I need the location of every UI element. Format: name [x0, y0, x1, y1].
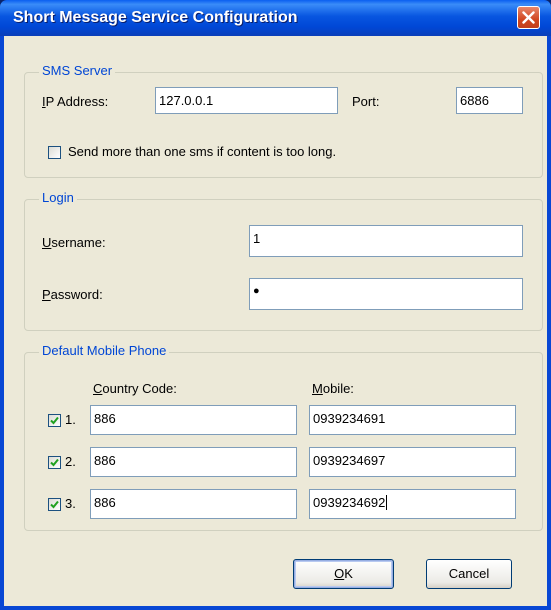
dialog-window: Short Message Service Configuration SMS … [0, 0, 551, 610]
login-legend: Login [39, 190, 77, 205]
phone-2-country-code-input[interactable]: 886 [90, 447, 297, 477]
cancel-button[interactable]: Cancel [426, 559, 512, 589]
phone-1-index: 1. [65, 412, 76, 427]
close-icon [522, 11, 535, 24]
phone-3-enabled-checkbox[interactable] [48, 498, 61, 511]
ok-button[interactable]: OK [293, 559, 394, 589]
phone-1-mobile-input[interactable]: 0939234691 [309, 405, 516, 435]
phone-3-mobile-input[interactable]: 0939234692 [309, 489, 516, 519]
window-frame-right [547, 36, 551, 610]
port-input[interactable]: 6886 [456, 87, 523, 114]
text-cursor [386, 495, 388, 510]
phone-3-index: 3. [65, 496, 76, 511]
password-input[interactable]: ● [249, 278, 523, 310]
phone-1-enabled-checkbox[interactable] [48, 414, 61, 427]
window-frame-bottom [0, 606, 551, 610]
title-bar[interactable]: Short Message Service Configuration [0, 0, 551, 36]
phone-3-mobile-value: 0939234692 [313, 495, 386, 510]
ip-address-label: IP Address: [42, 94, 109, 109]
phone-2-mobile-input[interactable]: 0939234697 [309, 447, 516, 477]
dialog-client-area: SMS Server IP Address: 127.0.0.1 Port: 6… [4, 36, 547, 606]
username-input[interactable]: 1 [249, 225, 523, 257]
send-multiple-sms-label[interactable]: Send more than one sms if content is too… [68, 144, 336, 159]
send-multiple-sms-checkbox[interactable] [48, 146, 61, 159]
phone-1-country-code-input[interactable]: 886 [90, 405, 297, 435]
ip-address-input[interactable]: 127.0.0.1 [155, 87, 338, 114]
checkmark-icon [50, 500, 59, 509]
login-group [24, 199, 543, 331]
port-label: Port: [352, 94, 380, 109]
checkmark-icon [50, 416, 59, 425]
phone-2-enabled-checkbox[interactable] [48, 456, 61, 469]
phone-2-index: 2. [65, 454, 76, 469]
mobile-header: Mobile: [312, 381, 354, 396]
username-label: Username: [42, 235, 106, 250]
country-code-header: Country Code: [93, 381, 177, 396]
window-title: Short Message Service Configuration [13, 9, 298, 26]
password-label: Password: [42, 287, 103, 302]
checkmark-icon [50, 458, 59, 467]
default-mobile-phone-legend: Default Mobile Phone [39, 343, 170, 358]
close-button[interactable] [517, 6, 540, 29]
phone-3-country-code-input[interactable]: 886 [90, 489, 297, 519]
sms-server-legend: SMS Server [39, 63, 116, 78]
